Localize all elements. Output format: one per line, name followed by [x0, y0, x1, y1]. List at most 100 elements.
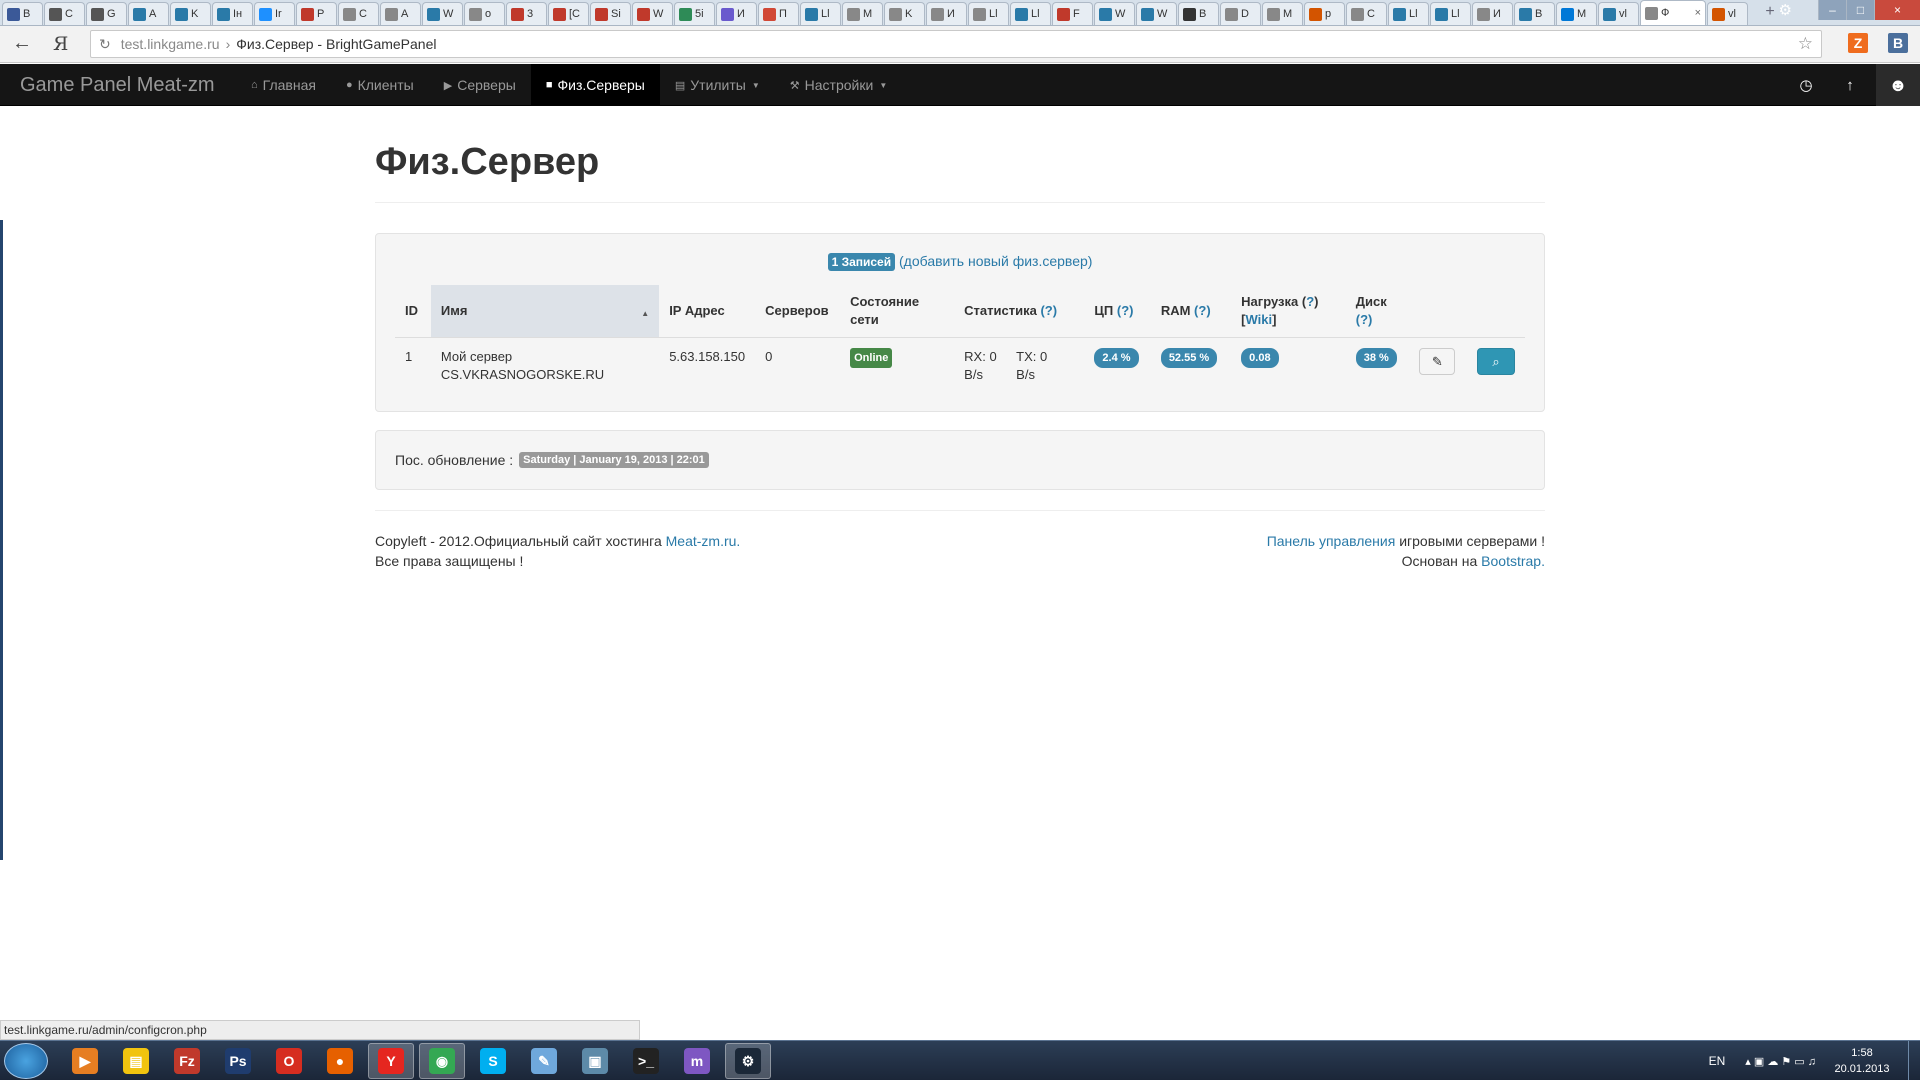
close-tab-icon[interactable]: × — [1695, 7, 1701, 19]
browser-tab[interactable]: П — [758, 2, 799, 25]
back-arrow-icon[interactable]: ← — [12, 32, 32, 55]
user-menu-icon[interactable]: ☻ — [1876, 64, 1920, 106]
browser-tab[interactable]: W — [1094, 2, 1135, 25]
taskbar-photoshop-button[interactable]: Ps — [215, 1043, 261, 1079]
taskbar-notepad-button[interactable]: ✎ — [521, 1043, 567, 1079]
maximize-button[interactable]: □ — [1846, 0, 1874, 20]
show-desktop-button[interactable] — [1908, 1041, 1920, 1080]
language-indicator[interactable]: EN — [1709, 1054, 1726, 1068]
taskbar-terminal-button[interactable]: >_ — [623, 1043, 669, 1079]
taskbar-skype-button[interactable]: S — [470, 1043, 516, 1079]
browser-tab[interactable]: Ll — [800, 2, 841, 25]
add-server-link[interactable]: (добавить новый физ.сервер) — [899, 253, 1092, 269]
browser-tab[interactable]: W — [1136, 2, 1177, 25]
taskbar-explorer-button[interactable]: ▤ — [113, 1043, 159, 1079]
browser-tab[interactable]: P — [296, 2, 337, 25]
browser-tab[interactable]: p — [1304, 2, 1345, 25]
col-servers[interactable]: Серверов — [755, 285, 840, 338]
wiki-link[interactable]: Wiki — [1246, 312, 1273, 327]
clock-icon[interactable]: ◷ — [1784, 76, 1828, 94]
bootstrap-link[interactable]: Bootstrap. — [1481, 553, 1545, 569]
nav-home[interactable]: ⌂ Главная — [236, 64, 331, 106]
col-load[interactable]: Нагрузка (?) [Wiki] — [1231, 285, 1346, 338]
browser-tab[interactable]: И — [926, 2, 967, 25]
start-button[interactable] — [4, 1043, 48, 1079]
extension-vk-icon[interactable]: B — [1888, 33, 1908, 53]
hosting-link[interactable]: Meat-zm.ru. — [666, 533, 741, 549]
browser-tab[interactable]: K — [884, 2, 925, 25]
brand-link[interactable]: Game Panel Meat-zm — [20, 74, 215, 97]
browser-tab[interactable]: M — [842, 2, 883, 25]
browser-tab[interactable]: Ll — [1010, 2, 1051, 25]
view-button[interactable]: ⌕ — [1477, 348, 1515, 375]
browser-tab[interactable]: Si — [590, 2, 631, 25]
browser-tab[interactable]: Ir — [254, 2, 295, 25]
upload-icon[interactable]: ↑ — [1828, 77, 1872, 94]
browser-tab[interactable]: B — [1178, 2, 1219, 25]
taskbar-opera-button[interactable]: O — [266, 1043, 312, 1079]
taskbar-media-player-button[interactable]: ▶ — [62, 1043, 108, 1079]
browser-tab[interactable]: o — [464, 2, 505, 25]
taskbar-app-m-button[interactable]: m — [674, 1043, 720, 1079]
browser-tab[interactable]: Ll — [968, 2, 1009, 25]
taskbar-filezilla-button[interactable]: Fz — [164, 1043, 210, 1079]
nav-servers[interactable]: ▶ Серверы — [429, 64, 531, 106]
minimize-button[interactable]: – — [1818, 0, 1846, 20]
browser-tab[interactable]: W — [422, 2, 463, 25]
browser-tab[interactable]: W — [632, 2, 673, 25]
control-panel-link[interactable]: Панель управления — [1267, 533, 1396, 549]
browser-tab[interactable]: G — [86, 2, 127, 25]
col-stats[interactable]: Статистика (?) — [954, 285, 1084, 338]
browser-tab[interactable]: C — [338, 2, 379, 25]
taskbar-firefox-button[interactable]: ● — [317, 1043, 363, 1079]
load-help-link[interactable]: ? — [1306, 294, 1314, 309]
browser-tab[interactable]: И — [1472, 2, 1513, 25]
nav-utilities-dropdown[interactable]: ▤ Утилиты ▼ — [660, 64, 775, 106]
nav-phys-servers[interactable]: ■ Физ.Серверы — [530, 64, 660, 106]
cpu-help-link[interactable]: (?) — [1117, 303, 1134, 318]
browser-tab[interactable]: 5i — [674, 2, 715, 25]
url-field[interactable]: ↻ test.linkgame.ru › Физ.Сервер - Bright… — [90, 30, 1822, 58]
col-id[interactable]: ID — [395, 285, 431, 338]
tray-icons[interactable]: ▴ ▣ ☁ ⚑ ▭ ♫ — [1745, 1055, 1816, 1068]
col-disk[interactable]: Диск (?) — [1346, 285, 1410, 338]
browser-tab[interactable]: Ll — [1430, 2, 1471, 25]
browser-tab-active[interactable]: Ф × — [1640, 0, 1706, 25]
browser-tab[interactable]: M — [1556, 2, 1597, 25]
browser-tab[interactable]: Iн — [212, 2, 253, 25]
taskbar-network-button[interactable]: ▣ — [572, 1043, 618, 1079]
browser-tab[interactable]: vl — [1707, 2, 1748, 25]
disk-help-link[interactable]: (?) — [1356, 312, 1373, 327]
browser-tab[interactable]: K — [170, 2, 211, 25]
nav-clients[interactable]: ● Клиенты — [331, 64, 429, 106]
col-net-status[interactable]: Состояние сети — [840, 285, 954, 338]
edit-button[interactable]: ✎ — [1419, 348, 1456, 375]
ram-help-link[interactable]: (?) — [1194, 303, 1211, 318]
browser-tab[interactable]: M — [1262, 2, 1303, 25]
browser-tab[interactable]: A — [128, 2, 169, 25]
close-window-button[interactable]: × — [1874, 0, 1920, 20]
browser-tab[interactable]: [C — [548, 2, 589, 25]
nav-settings-dropdown[interactable]: ⚒ Настройки ▼ — [775, 64, 902, 106]
col-ram[interactable]: RAM (?) — [1151, 285, 1231, 338]
browser-tab[interactable]: vl — [1598, 2, 1639, 25]
browser-tab[interactable]: B — [1514, 2, 1555, 25]
browser-tab[interactable]: И — [716, 2, 757, 25]
taskbar-steam-button[interactable]: ⚙ — [725, 1043, 771, 1079]
browser-tab[interactable]: Ll — [1388, 2, 1429, 25]
col-ip[interactable]: IP Адрес — [659, 285, 755, 338]
taskbar-chrome-button[interactable]: ◉ — [419, 1043, 465, 1079]
yandex-logo-icon[interactable]: Я — [53, 33, 68, 55]
reload-icon[interactable]: ↻ — [99, 36, 111, 53]
browser-tab[interactable]: C — [44, 2, 85, 25]
taskbar-yandex-button[interactable]: Y — [368, 1043, 414, 1079]
stats-help-link[interactable]: (?) — [1040, 303, 1057, 318]
bookmark-star-icon[interactable]: ☆ — [1798, 34, 1813, 54]
col-cpu[interactable]: ЦП (?) — [1084, 285, 1150, 338]
col-name[interactable]: Имя ▲ — [430, 285, 660, 338]
browser-tab[interactable]: F — [1052, 2, 1093, 25]
clock[interactable]: 1:58 20.01.2013 — [1826, 1045, 1898, 1077]
browser-tab[interactable]: B — [2, 2, 43, 25]
browser-settings-icon[interactable]: ⚙ — [1779, 1, 1792, 19]
browser-tab[interactable]: C — [1346, 2, 1387, 25]
